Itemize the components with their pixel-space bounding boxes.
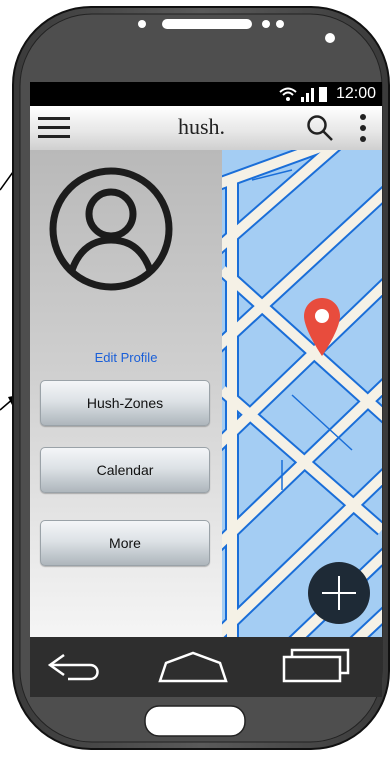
- home-icon[interactable]: [158, 649, 228, 685]
- search-icon[interactable]: [306, 114, 334, 142]
- add-button[interactable]: [308, 562, 370, 624]
- menu-icon[interactable]: [38, 116, 70, 140]
- status-time: 12:00: [335, 85, 376, 102]
- wifi-icon: [279, 87, 297, 101]
- calendar-button[interactable]: Calendar: [40, 447, 210, 493]
- map-pin-icon[interactable]: [304, 298, 340, 356]
- recent-apps-icon[interactable]: [280, 645, 352, 685]
- app-title: hush.: [178, 114, 226, 139]
- hush-zones-button[interactable]: Hush-Zones: [40, 380, 210, 426]
- back-icon[interactable]: [46, 647, 106, 687]
- app-bar: hush.: [30, 106, 382, 151]
- add-icon: [322, 576, 356, 610]
- battery-icon: [319, 87, 327, 102]
- screen: 12:00 hush. Edit Profile Hush-Zones Cale…: [30, 82, 382, 637]
- signal-icon: [301, 88, 314, 102]
- navigation-drawer: Edit Profile Hush-Zones Calendar More: [30, 150, 222, 637]
- more-vert-icon[interactable]: [356, 112, 370, 144]
- system-nav-bar: [30, 637, 382, 697]
- more-button[interactable]: More: [40, 520, 210, 566]
- status-bar: 12:00: [30, 82, 382, 106]
- edit-profile-link[interactable]: Edit Profile: [30, 350, 222, 365]
- avatar-icon[interactable]: [48, 166, 174, 292]
